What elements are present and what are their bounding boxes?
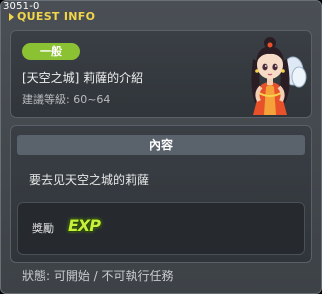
window-title: QUEST INFO	[9, 10, 95, 23]
reward-label: 獎勵	[32, 222, 54, 235]
quest-level-range: 建議等級: 60~64	[22, 93, 111, 106]
exp-icon: EXP	[68, 216, 101, 235]
quest-summary-panel: 一般 [天空之城] 莉薩的介紹 建議等級: 60~64	[10, 30, 312, 118]
title-arrow-icon	[9, 13, 14, 21]
quest-content-panel: 內容 要去见天空之城的莉薩 獎勵 EXP	[10, 125, 312, 263]
quest-status: 狀態: 可開始 / 不可執行任務	[22, 269, 174, 283]
window-title-text: QUEST INFO	[17, 10, 96, 23]
content-description: 要去见天空之城的莉薩	[29, 173, 150, 187]
quest-info-window: 3051-0 QUEST INFO 一般 [天空之城] 莉薩的介紹 建議等級: …	[0, 0, 322, 294]
content-header: 內容	[17, 135, 305, 155]
quest-name: [天空之城] 莉薩的介紹	[22, 71, 144, 85]
quest-category-badge: 一般	[22, 43, 80, 60]
reward-box: 獎勵 EXP	[17, 202, 305, 255]
npc-portrait-icon	[251, 37, 307, 115]
